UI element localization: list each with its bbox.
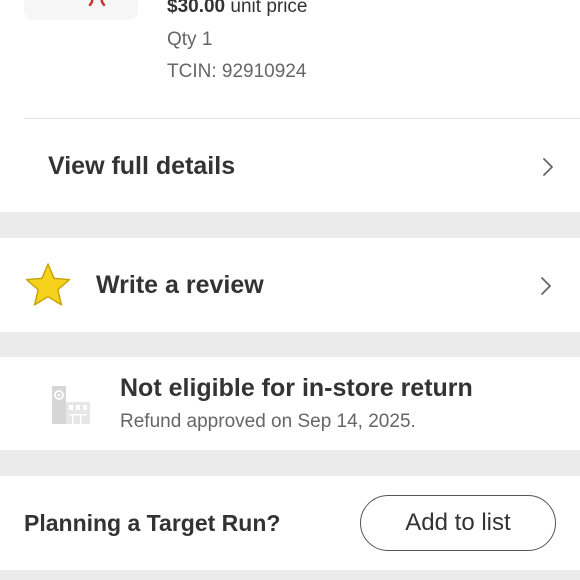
chevron-right-icon — [543, 158, 553, 176]
write-review-row[interactable] — [0, 238, 580, 332]
view-full-details-label: View full details — [48, 152, 236, 180]
store-icon — [52, 386, 90, 424]
refund-approved-text: Refund approved on Sep 14, 2025. — [120, 411, 416, 432]
quantity: Qty 1 — [167, 29, 213, 50]
write-review-label: Write a review — [96, 271, 264, 299]
product-thumbnail[interactable] — [24, 0, 138, 20]
chevron-right-icon — [541, 277, 551, 295]
unit-price: $30.00 unit price — [167, 0, 308, 18]
target-run-title: Planning a Target Run? — [24, 510, 281, 536]
price-value: $30.00 — [167, 0, 226, 17]
return-status-title: Not eligible for in-store return — [120, 374, 473, 402]
price-suffix: unit price — [230, 0, 308, 17]
product-image-icon — [88, 0, 106, 6]
star-icon — [25, 263, 71, 306]
add-to-list-button[interactable]: Add to list — [360, 495, 556, 551]
tcin: TCIN: 92910924 — [167, 61, 307, 82]
divider — [24, 118, 580, 119]
